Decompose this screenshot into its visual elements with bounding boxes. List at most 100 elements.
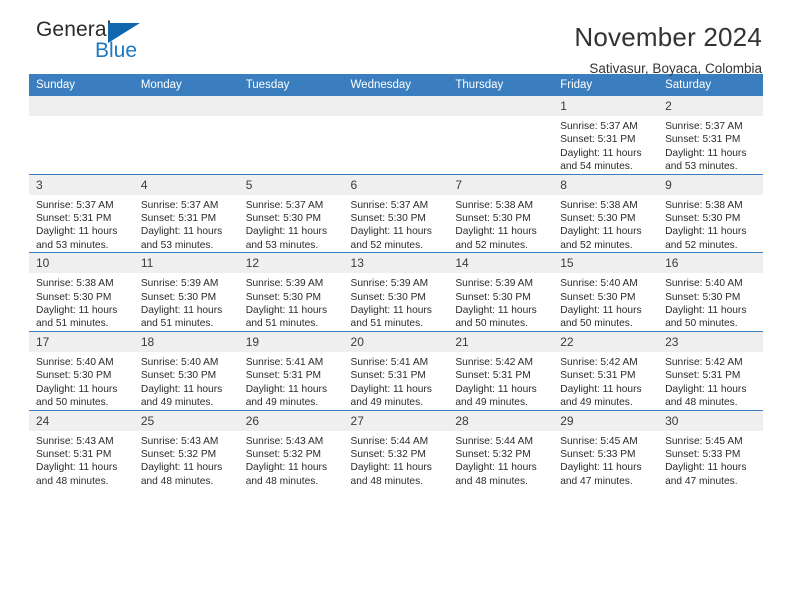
day-number: 16 [658, 253, 763, 274]
day-details: Sunrise: 5:39 AM Sunset: 5:30 PM Daylight:… [448, 273, 553, 331]
weekday-header-friday: Friday [553, 74, 659, 96]
brand-logo[interactable]: General Blue [36, 18, 176, 70]
sunrise-text: Sunrise: 5:41 AM [245, 356, 324, 368]
day-number: 4 [133, 174, 239, 195]
day-details: Sunrise: 5:44 AM Sunset: 5:32 PM Daylight:… [448, 431, 553, 489]
day-number: 8 [553, 174, 659, 195]
brand-name-blue: Blue [95, 39, 138, 62]
calendar-day-cell[interactable]: 22 Sunrise: 5:42 AM Sunset: 5:31 PM Dayligh… [553, 330, 659, 410]
day-cell-content: 5 Sunrise: 5:37 AM Sunset: 5:30 PM Daylight… [238, 174, 344, 253]
sunset-text: Sunset: 5:31 PM [140, 213, 217, 225]
calendar-day-cell[interactable]: 3 Sunrise: 5:37 AM Sunset: 5:31 PM Daylight… [29, 173, 134, 253]
daylight-text: Daylight: 11 hours and 51 minutes. [245, 305, 328, 330]
daylight-text: Daylight: 11 hours and 50 minutes. [665, 305, 747, 330]
calendar-day-cell[interactable]: 10 Sunrise: 5:38 AM Sunset: 5:30 PM Dayligh… [29, 252, 134, 332]
daylight-text: Daylight: 11 hours and 50 minutes. [455, 305, 537, 330]
calendar-day-cell[interactable]: 25 Sunrise: 5:43 AM Sunset: 5:32 PM Dayligh… [133, 409, 239, 489]
weekday-header-wednesday: Wednesday [343, 74, 449, 96]
calendar-day-cell[interactable]: 28 Sunrise: 5:44 AM Sunset: 5:32 PM Dayligh… [448, 409, 554, 489]
sunset-text: Sunset: 5:30 PM [350, 213, 426, 225]
calendar-day-cell[interactable]: 21 Sunrise: 5:42 AM Sunset: 5:31 PM Dayligh… [448, 330, 554, 410]
calendar-day-cell[interactable]: 8 Sunrise: 5:38 AM Sunset: 5:30 PM Daylight… [553, 173, 659, 253]
calendar-day-cell[interactable]: 7 Sunrise: 5:38 AM Sunset: 5:30 PM Daylight… [448, 173, 554, 253]
day-number: 13 [343, 253, 449, 274]
calendar-day-cell[interactable]: 6 Sunrise: 5:37 AM Sunset: 5:30 PM Daylight… [343, 173, 449, 253]
daylight-text: Daylight: 11 hours and 47 minutes. [560, 462, 642, 487]
calendar-day-cell [133, 96, 239, 174]
day-details: Sunrise: 5:43 AM Sunset: 5:32 PM Daylight:… [134, 431, 239, 489]
day-details: Sunrise: 5:37 AM Sunset: 5:30 PM Daylight:… [344, 195, 449, 253]
day-cell-content: 14 Sunrise: 5:39 AM Sunset: 5:30 PM Dayligh… [448, 253, 554, 331]
day-cell-content: 22 Sunrise: 5:42 AM Sunset: 5:31 PM Dayligh… [553, 331, 659, 410]
day-number [238, 96, 344, 116]
page-title: November 2024 [574, 22, 762, 52]
day-number: 15 [553, 253, 659, 274]
daylight-text: Daylight: 11 hours and 48 minutes. [455, 462, 537, 487]
sunrise-text: Sunrise: 5:45 AM [665, 435, 743, 447]
sunset-text: Sunset: 5:31 PM [245, 370, 322, 382]
sunset-text: Sunset: 5:31 PM [350, 370, 426, 382]
calendar-week-row: 10 Sunrise: 5:38 AM Sunset: 5:30 PM Dayligh… [29, 252, 763, 332]
day-cell-content: 10 Sunrise: 5:38 AM Sunset: 5:30 PM Dayligh… [29, 253, 134, 331]
calendar-day-cell[interactable]: 30 Sunrise: 5:45 AM Sunset: 5:33 PM Dayligh… [658, 409, 763, 489]
calendar-day-cell[interactable]: 1 Sunrise: 5:37 AM Sunset: 5:31 PM Daylight… [553, 96, 659, 174]
calendar-day-cell[interactable]: 12 Sunrise: 5:39 AM Sunset: 5:30 PM Dayligh… [238, 252, 344, 332]
calendar-day-cell[interactable]: 4 Sunrise: 5:37 AM Sunset: 5:31 PM Daylight… [133, 173, 239, 253]
day-number: 11 [133, 253, 239, 274]
calendar-day-cell[interactable]: 24 Sunrise: 5:43 AM Sunset: 5:31 PM Dayligh… [29, 409, 134, 489]
sunset-text: Sunset: 5:33 PM [665, 448, 741, 460]
day-details: Sunrise: 5:40 AM Sunset: 5:30 PM Daylight:… [29, 352, 134, 410]
day-cell-content: 24 Sunrise: 5:43 AM Sunset: 5:31 PM Dayligh… [29, 410, 134, 489]
day-number: 7 [448, 174, 554, 195]
day-cell-content: 11 Sunrise: 5:39 AM Sunset: 5:30 PM Dayligh… [133, 253, 239, 331]
calendar-day-cell[interactable]: 15 Sunrise: 5:40 AM Sunset: 5:30 PM Dayligh… [553, 252, 659, 332]
sunset-text: Sunset: 5:30 PM [245, 213, 322, 225]
daylight-text: Daylight: 11 hours and 50 minutes. [560, 305, 642, 330]
daylight-text: Daylight: 11 hours and 54 minutes. [560, 147, 642, 173]
day-number: 23 [658, 331, 763, 352]
daylight-text: Daylight: 11 hours and 51 minutes. [36, 305, 118, 330]
day-details: Sunrise: 5:45 AM Sunset: 5:33 PM Daylight:… [658, 431, 763, 489]
sunrise-text: Sunrise: 5:43 AM [140, 435, 219, 447]
day-number: 26 [238, 410, 344, 431]
sunset-text: Sunset: 5:32 PM [455, 448, 531, 460]
sunset-text: Sunset: 5:30 PM [455, 291, 531, 303]
sunrise-text: Sunrise: 5:37 AM [665, 121, 743, 132]
calendar-day-cell[interactable]: 14 Sunrise: 5:39 AM Sunset: 5:30 PM Dayligh… [448, 252, 554, 332]
calendar-day-cell[interactable]: 18 Sunrise: 5:40 AM Sunset: 5:30 PM Dayligh… [133, 330, 239, 410]
calendar-day-cell[interactable]: 20 Sunrise: 5:41 AM Sunset: 5:31 PM Dayligh… [343, 330, 449, 410]
sunrise-text: Sunrise: 5:42 AM [665, 356, 743, 368]
day-cell-content [238, 96, 344, 174]
calendar-day-cell[interactable]: 13 Sunrise: 5:39 AM Sunset: 5:30 PM Dayligh… [343, 252, 449, 332]
daylight-text: Daylight: 11 hours and 48 minutes. [140, 462, 223, 487]
calendar-week-row: 24 Sunrise: 5:43 AM Sunset: 5:31 PM Dayligh… [29, 409, 763, 489]
calendar-week-row: 17 Sunrise: 5:40 AM Sunset: 5:30 PM Dayligh… [29, 330, 763, 410]
calendar-page: General Blue November 2024 Sativasur, Bo… [0, 0, 792, 612]
calendar-day-cell[interactable]: 26 Sunrise: 5:43 AM Sunset: 5:32 PM Dayligh… [238, 409, 344, 489]
calendar-day-cell[interactable]: 2 Sunrise: 5:37 AM Sunset: 5:31 PM Daylight… [658, 96, 763, 174]
calendar-day-cell[interactable]: 9 Sunrise: 5:38 AM Sunset: 5:30 PM Daylight… [658, 173, 763, 253]
day-details: Sunrise: 5:44 AM Sunset: 5:32 PM Daylight:… [344, 431, 449, 489]
day-details: Sunrise: 5:42 AM Sunset: 5:31 PM Daylight:… [448, 352, 553, 410]
sunrise-text: Sunrise: 5:43 AM [36, 435, 114, 447]
calendar-day-cell[interactable]: 16 Sunrise: 5:40 AM Sunset: 5:30 PM Dayligh… [658, 252, 763, 332]
day-number: 30 [658, 410, 763, 431]
day-number: 29 [553, 410, 659, 431]
day-details: Sunrise: 5:37 AM Sunset: 5:31 PM Daylight:… [134, 195, 239, 253]
sunset-text: Sunset: 5:30 PM [36, 370, 112, 382]
day-cell-content: 20 Sunrise: 5:41 AM Sunset: 5:31 PM Dayligh… [343, 331, 449, 410]
calendar-day-cell[interactable]: 19 Sunrise: 5:41 AM Sunset: 5:31 PM Dayligh… [238, 330, 344, 410]
calendar-day-cell[interactable]: 17 Sunrise: 5:40 AM Sunset: 5:30 PM Dayligh… [29, 330, 134, 410]
calendar-day-cell[interactable]: 29 Sunrise: 5:45 AM Sunset: 5:33 PM Dayligh… [553, 409, 659, 489]
calendar-day-cell[interactable]: 5 Sunrise: 5:37 AM Sunset: 5:30 PM Daylight… [238, 173, 344, 253]
daylight-text: Daylight: 11 hours and 52 minutes. [560, 226, 642, 251]
calendar-day-cell[interactable]: 11 Sunrise: 5:39 AM Sunset: 5:30 PM Dayligh… [133, 252, 239, 332]
sunrise-text: Sunrise: 5:40 AM [140, 356, 219, 368]
day-number: 21 [448, 331, 554, 352]
day-details: Sunrise: 5:43 AM Sunset: 5:31 PM Daylight:… [29, 431, 134, 489]
daylight-text: Daylight: 11 hours and 53 minutes. [665, 147, 747, 173]
sunrise-text: Sunrise: 5:45 AM [560, 435, 638, 447]
sunset-text: Sunset: 5:30 PM [455, 213, 531, 225]
calendar-day-cell[interactable]: 23 Sunrise: 5:42 AM Sunset: 5:31 PM Dayligh… [658, 330, 763, 410]
calendar-day-cell[interactable]: 27 Sunrise: 5:44 AM Sunset: 5:32 PM Dayligh… [343, 409, 449, 489]
